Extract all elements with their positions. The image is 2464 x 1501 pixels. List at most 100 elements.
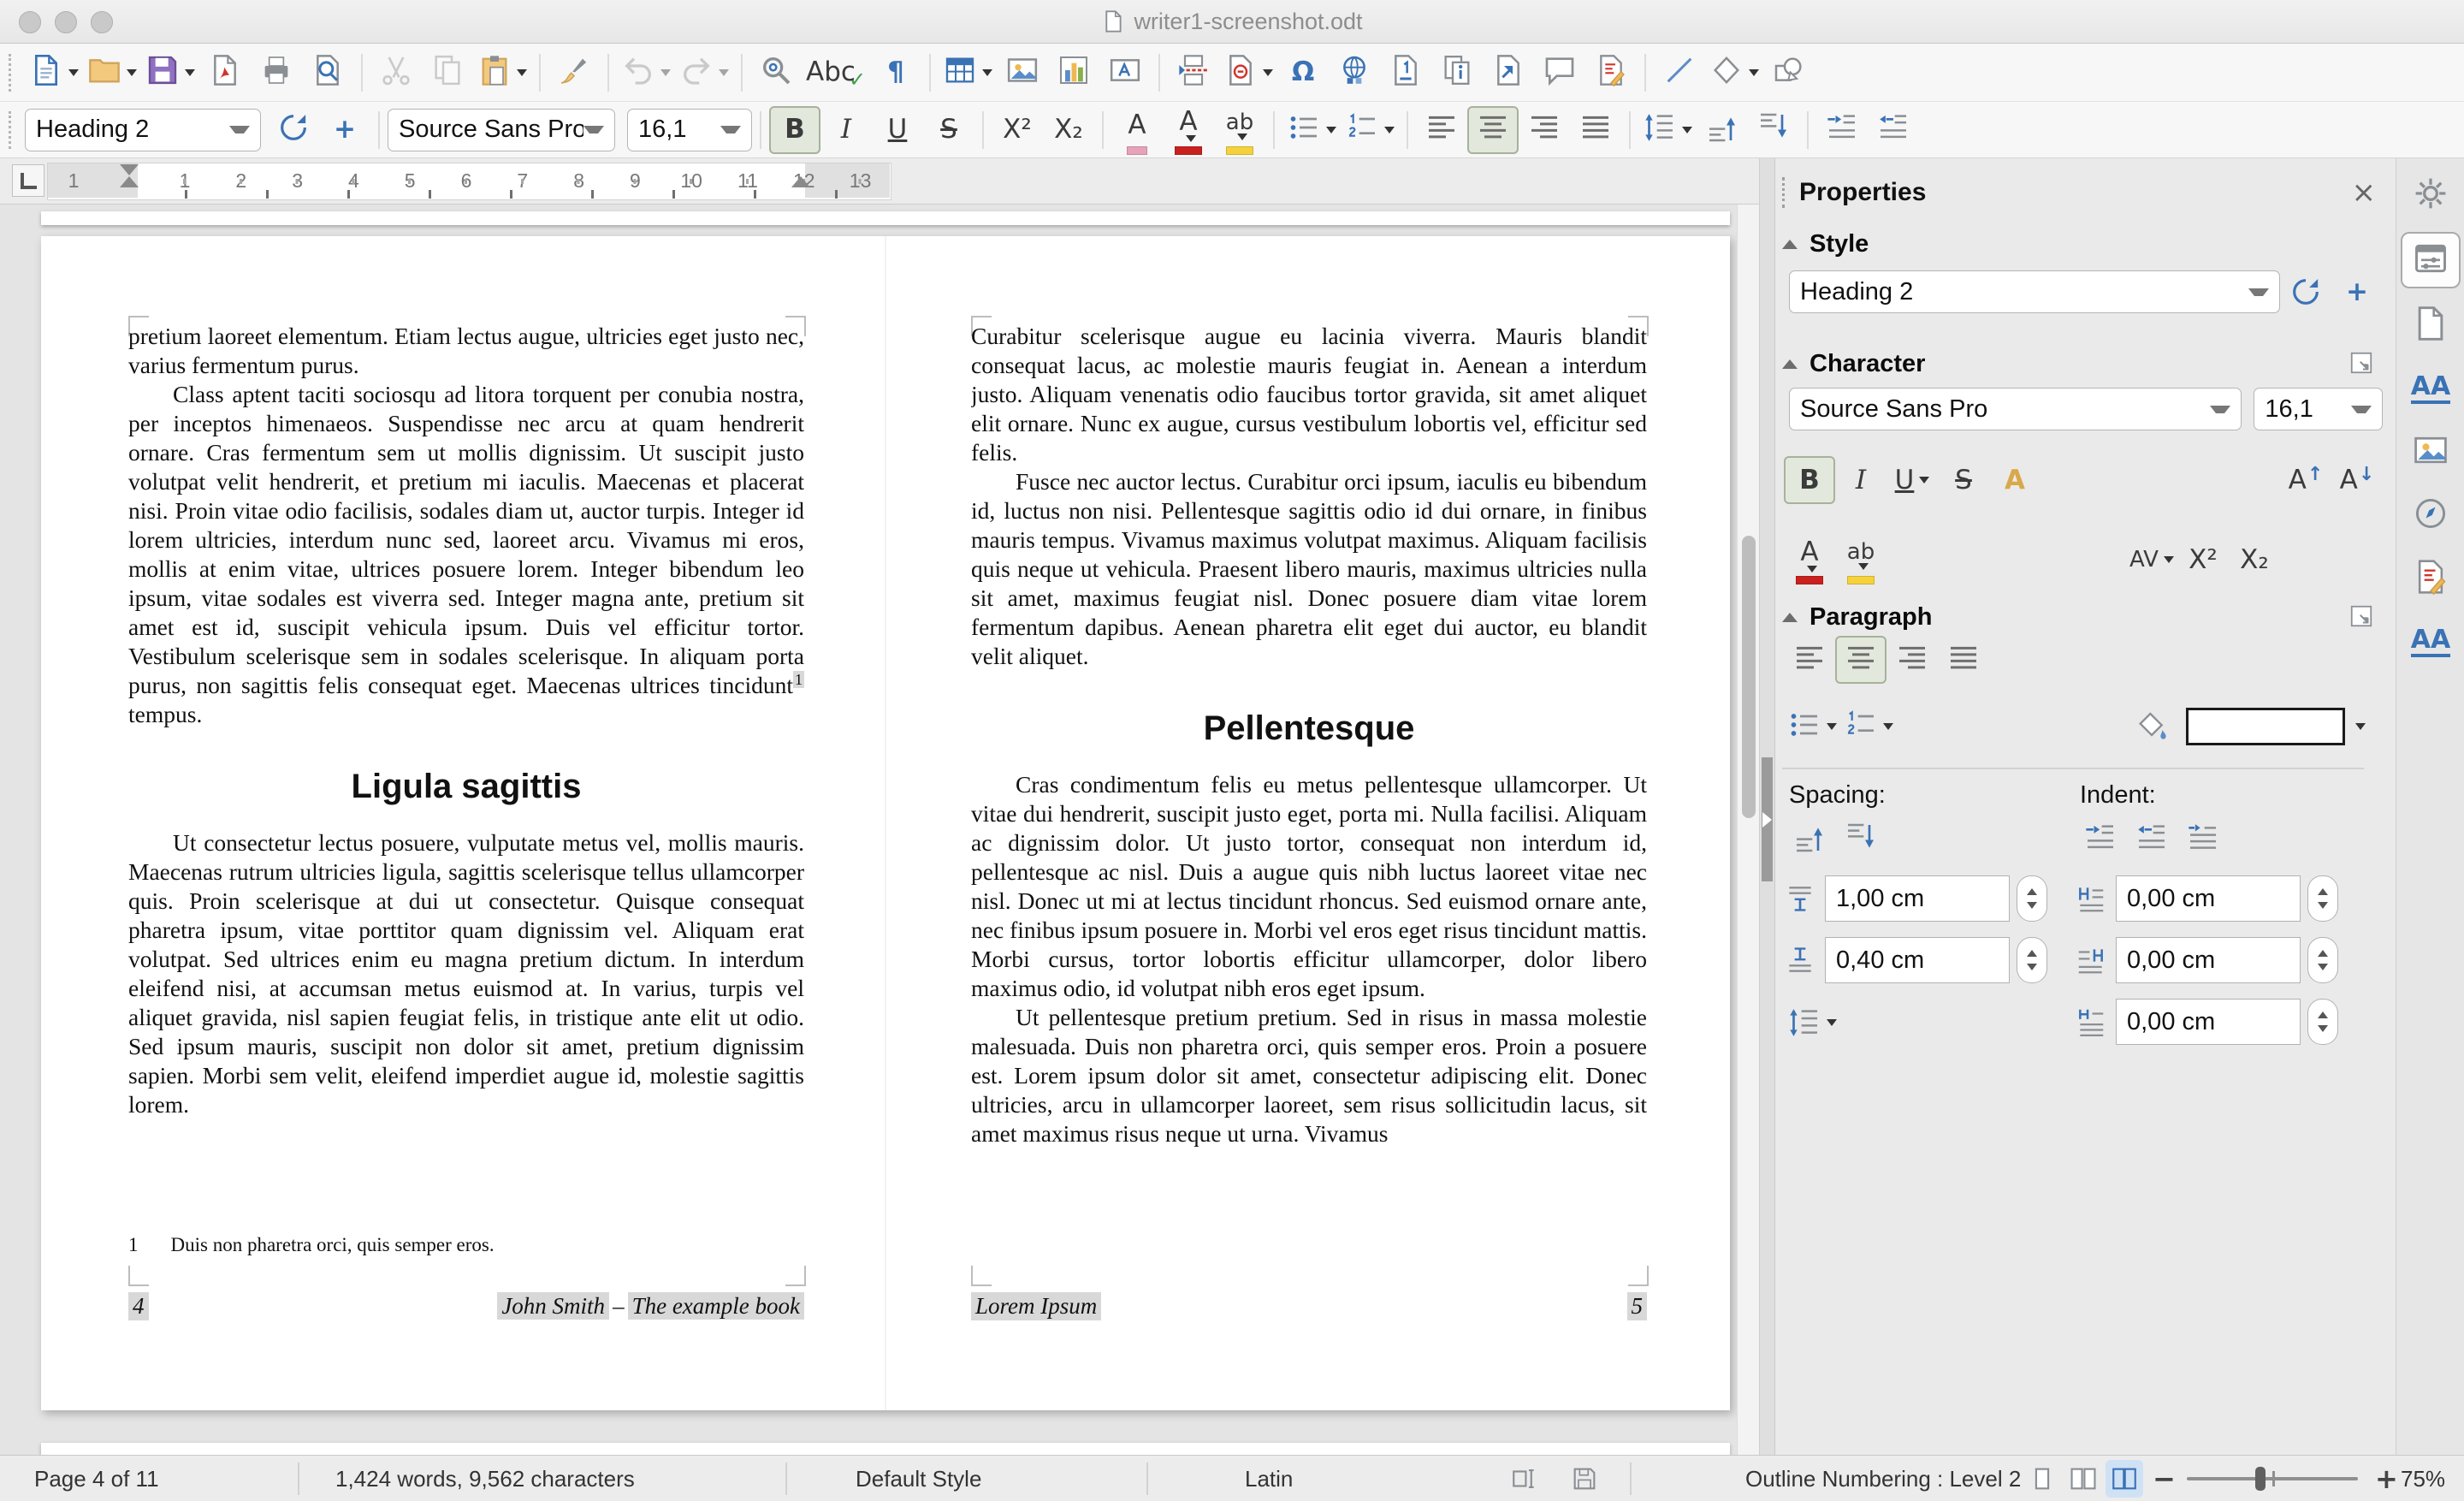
dropdown-arrow-icon[interactable] [1682, 127, 1692, 133]
zoom-out-button[interactable]: − [2153, 1456, 2176, 1501]
increase-indent-button[interactable] [1816, 106, 1868, 154]
insert-image-button[interactable] [997, 49, 1048, 97]
dropdown-arrow-icon[interactable] [1749, 69, 1759, 76]
align-right-button[interactable] [1519, 106, 1570, 154]
style-combobox[interactable]: Heading 2 [1789, 270, 2280, 313]
first-line-indent-marker[interactable] [120, 164, 139, 175]
spinner[interactable] [2307, 875, 2338, 922]
bold-button[interactable]: B [1784, 456, 1835, 504]
highlight-color-button[interactable]: ab [1835, 531, 1886, 588]
left-indent-marker[interactable] [120, 176, 139, 187]
sidebar-splitter[interactable] [1760, 158, 1775, 1455]
insert-table-button[interactable] [939, 49, 997, 97]
italic-button[interactable]: I [1835, 456, 1886, 504]
numbered-list-button[interactable] [1840, 703, 1897, 750]
increase-paragraph-spacing-button[interactable] [1697, 106, 1748, 154]
chevron-down-icon[interactable] [2351, 406, 2372, 413]
chevron-down-icon[interactable] [2248, 288, 2269, 296]
dropdown-arrow-icon[interactable] [982, 69, 992, 76]
zoom-slider[interactable] [2187, 1456, 2358, 1501]
align-left-button[interactable] [1784, 636, 1835, 684]
chevron-down-icon[interactable] [720, 126, 741, 133]
copy-button[interactable] [422, 49, 473, 97]
spinner[interactable] [2017, 875, 2047, 922]
scrollbar-thumb[interactable] [1742, 536, 1756, 818]
font-color-button[interactable]: A [1163, 102, 1214, 158]
superscript-button[interactable]: X² [992, 106, 1043, 154]
new-style-button[interactable]: + [2331, 268, 2383, 316]
clone-formatting-button[interactable] [548, 49, 600, 97]
open-button[interactable] [83, 49, 141, 97]
toolbar-grip[interactable] [9, 111, 13, 149]
collapse-section-icon[interactable] [1782, 613, 1798, 622]
update-style-button[interactable] [2280, 268, 2331, 316]
hyperlink-button[interactable] [1329, 49, 1380, 97]
save-button[interactable] [141, 49, 199, 97]
new-document-button[interactable] [25, 49, 83, 97]
styles-tab[interactable]: AA [2402, 362, 2459, 415]
above-paragraph-spacing-input[interactable]: 1,00 cm [1825, 875, 2010, 922]
page-tab[interactable] [2402, 299, 2459, 352]
before-text-indent-input[interactable]: 0,00 cm [2116, 875, 2301, 922]
word-count[interactable]: 1,424 words, 9,562 characters [335, 1456, 635, 1501]
sidebar-settings-tab[interactable] [2402, 169, 2459, 222]
close-sidebar-button[interactable]: × [2352, 175, 2377, 210]
zoom-slider-thumb[interactable] [2255, 1467, 2266, 1491]
close-window-button[interactable] [19, 11, 41, 33]
paragraph-section-header[interactable]: Paragraph [1782, 603, 1932, 632]
spinner[interactable] [2017, 937, 2047, 983]
highlight-color-button[interactable]: ab [1214, 102, 1265, 158]
dropdown-arrow-icon[interactable] [1326, 127, 1336, 133]
bullet-list-button[interactable] [1282, 106, 1341, 154]
page-5-text[interactable]: Curabitur scelerisque augue eu lacinia v… [971, 322, 1647, 1148]
page-style[interactable]: Default Style [856, 1456, 981, 1501]
footer-center[interactable]: John Smith–The example book [497, 1293, 804, 1320]
outline-level-indicator[interactable]: Outline Numbering : Level 2 [1745, 1456, 2021, 1501]
gallery-tab[interactable] [2402, 425, 2459, 478]
redo-button[interactable] [675, 49, 733, 97]
character-section-header[interactable]: Character [1782, 350, 1925, 378]
footnote-text[interactable]: Duis non pharetra orci, quis semper eros… [171, 1234, 495, 1256]
sidebar-font-name-combobox[interactable]: Source Sans Pro [1789, 388, 2242, 430]
panel-drag-handle[interactable] [1782, 177, 1787, 208]
insert-comment-button[interactable] [1534, 49, 1585, 97]
sidebar-collapse-handle[interactable] [1762, 757, 1773, 881]
export-pdf-button[interactable] [199, 49, 251, 97]
character-spacing-button[interactable]: AV [2126, 536, 2177, 584]
manage-changes-tab[interactable] [2402, 552, 2459, 605]
insert-textbox-button[interactable] [1099, 49, 1151, 97]
track-changes-button[interactable] [1585, 49, 1637, 97]
character-dialog-launcher[interactable] [2348, 350, 2374, 376]
draw-functions-button[interactable] [1763, 49, 1815, 97]
page-5-footer[interactable]: Lorem Ipsum 5 [971, 1292, 1647, 1320]
spelling-button[interactable]: Abc ✓ [802, 49, 870, 97]
font-color-button[interactable]: A [1784, 531, 1835, 588]
dropdown-arrow-icon[interactable] [1827, 1019, 1837, 1026]
footnote-anchor[interactable]: 1 [793, 671, 804, 688]
minimize-window-button[interactable] [55, 11, 77, 33]
heading-2[interactable]: Ligula sagittis [128, 767, 804, 806]
tab-stop-selector[interactable] [12, 164, 44, 197]
print-preview-button[interactable] [302, 49, 353, 97]
cross-reference-button[interactable] [1483, 49, 1534, 97]
underline-button[interactable]: U [872, 106, 923, 154]
dropdown-arrow-icon[interactable] [719, 69, 729, 76]
footnote[interactable]: 1 Duis non pharetra orci, quis semper er… [128, 1234, 804, 1256]
sidebar-font-size-combobox[interactable]: 16,1 [2254, 388, 2383, 430]
dropdown-arrow-icon[interactable] [68, 69, 79, 76]
update-style-button[interactable] [268, 106, 319, 154]
spinner[interactable] [2307, 937, 2338, 983]
formatting-marks-button[interactable]: ¶ [870, 49, 921, 97]
multi-page-view-button[interactable] [2064, 1460, 2102, 1498]
bold-button[interactable]: B [769, 106, 820, 154]
dropdown-arrow-icon[interactable] [2355, 723, 2366, 730]
style-section-header[interactable]: Style [1782, 230, 1869, 258]
align-center-button[interactable] [1835, 636, 1886, 684]
subscript-button[interactable]: X₂ [2229, 536, 2280, 584]
chevron-down-icon[interactable] [229, 126, 250, 133]
dropdown-arrow-icon[interactable] [1827, 723, 1837, 730]
paragraph-background-color-button[interactable] [2126, 703, 2177, 750]
page-number-field[interactable]: 5 [1627, 1292, 1648, 1320]
strikethrough-button[interactable]: S [1938, 456, 1989, 504]
switch-indent-button[interactable] [2177, 816, 2229, 863]
